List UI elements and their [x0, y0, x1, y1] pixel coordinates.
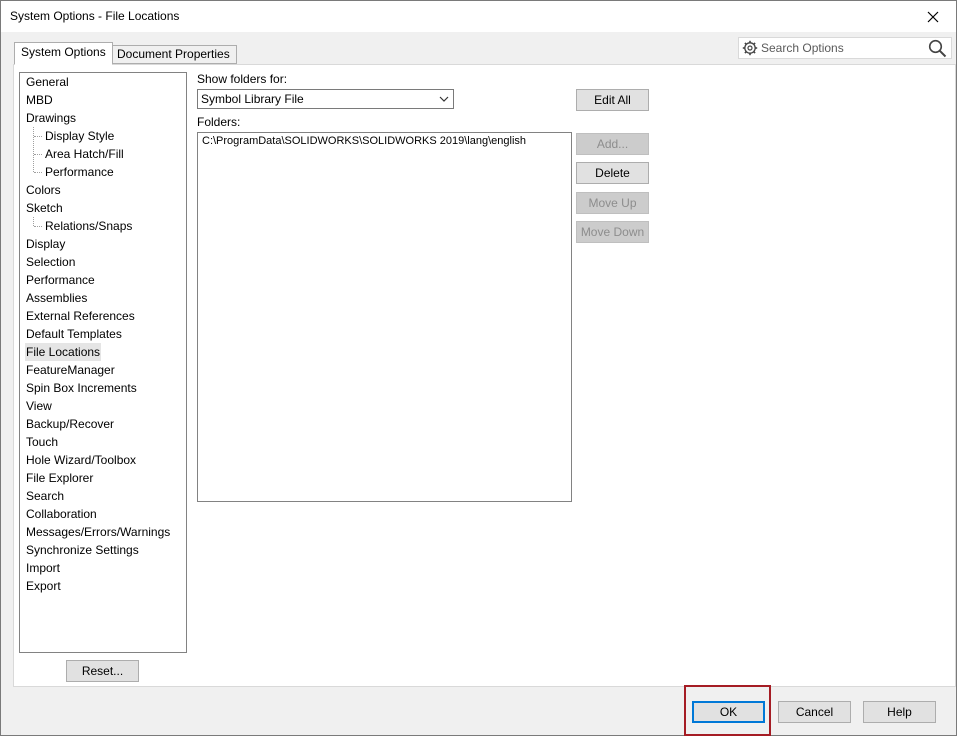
tree-item-collaboration[interactable]: Collaboration	[25, 505, 98, 523]
tree-item-general[interactable]: General	[25, 73, 70, 91]
system-options-dialog: System Options - File Locations System O…	[0, 0, 957, 736]
tree-item-touch[interactable]: Touch	[25, 433, 59, 451]
move-up-button[interactable]: Move Up	[576, 192, 649, 214]
tree-item-assemblies[interactable]: Assemblies	[25, 289, 88, 307]
tree-item-external-references[interactable]: External References	[25, 307, 136, 325]
close-button[interactable]	[910, 1, 956, 32]
tree-connector	[34, 172, 42, 173]
tree-item-file-locations[interactable]: File Locations	[25, 343, 102, 361]
tree-item-export[interactable]: Export	[25, 577, 62, 595]
tree-item-spin-box-increments[interactable]: Spin Box Increments	[25, 379, 138, 397]
folders-label: Folders:	[197, 115, 241, 129]
tree-item-featuremanager[interactable]: FeatureManager	[25, 361, 116, 379]
chevron-down-icon	[439, 96, 449, 102]
show-folders-select[interactable]: Symbol Library File	[197, 89, 454, 109]
magnifier-icon[interactable]	[928, 39, 947, 58]
folders-list[interactable]: C:\ProgramData\SOLIDWORKS\SOLIDWORKS 201…	[197, 132, 572, 502]
list-item[interactable]: C:\ProgramData\SOLIDWORKS\SOLIDWORKS 201…	[202, 135, 526, 147]
tree-item-display-style[interactable]: Display Style	[44, 127, 115, 145]
close-icon	[927, 11, 939, 22]
tree-item-colors[interactable]: Colors	[25, 181, 62, 199]
help-button[interactable]: Help	[863, 701, 936, 723]
search-input[interactable]	[761, 39, 921, 57]
tree-connector	[33, 217, 34, 226]
tree-item-sketch[interactable]: Sketch	[25, 199, 64, 217]
tree-item-mbd[interactable]: MBD	[25, 91, 54, 109]
tree-item-drawings-performance[interactable]: Performance	[44, 163, 115, 181]
tree-item-synchronize-settings[interactable]: Synchronize Settings	[25, 541, 140, 559]
tree-item-relations-snaps[interactable]: Relations/Snaps	[44, 217, 133, 235]
title-bar: System Options - File Locations	[1, 1, 956, 32]
tree-item-messages-errors-warnings[interactable]: Messages/Errors/Warnings	[25, 523, 171, 541]
tree-connector	[34, 226, 42, 227]
tree-item-import[interactable]: Import	[25, 559, 61, 577]
tab-system-options[interactable]: System Options	[14, 42, 113, 65]
tab-document-properties[interactable]: Document Properties	[110, 45, 237, 64]
tree-item-area-hatch-fill[interactable]: Area Hatch/Fill	[44, 145, 125, 163]
tree-item-backup-recover[interactable]: Backup/Recover	[25, 415, 115, 433]
show-folders-label: Show folders for:	[197, 72, 288, 86]
tree-item-file-explorer[interactable]: File Explorer	[25, 469, 94, 487]
gear-icon[interactable]	[742, 40, 758, 56]
tree-item-performance[interactable]: Performance	[25, 271, 96, 289]
cancel-button[interactable]: Cancel	[778, 701, 851, 723]
tree-item-default-templates[interactable]: Default Templates	[25, 325, 123, 343]
tree-item-search[interactable]: Search	[25, 487, 65, 505]
search-box[interactable]	[738, 37, 952, 59]
tree-item-view[interactable]: View	[25, 397, 53, 415]
delete-button[interactable]: Delete	[576, 162, 649, 184]
reset-button[interactable]: Reset...	[66, 660, 139, 682]
window-title: System Options - File Locations	[10, 9, 180, 23]
tree-item-selection[interactable]: Selection	[25, 253, 76, 271]
tree-connector	[33, 127, 34, 172]
move-down-button[interactable]: Move Down	[576, 221, 649, 243]
tree-item-display[interactable]: Display	[25, 235, 66, 253]
options-tree[interactable]: General MBD Drawings Display Style Area …	[19, 72, 187, 653]
tree-item-drawings[interactable]: Drawings	[25, 109, 77, 127]
tree-connector	[34, 154, 42, 155]
tree-item-hole-wizard-toolbox[interactable]: Hole Wizard/Toolbox	[25, 451, 137, 469]
add-button[interactable]: Add...	[576, 133, 649, 155]
ok-highlight-annotation	[684, 685, 771, 736]
show-folders-value: Symbol Library File	[201, 92, 304, 106]
tree-connector	[34, 136, 42, 137]
edit-all-button[interactable]: Edit All	[576, 89, 649, 111]
